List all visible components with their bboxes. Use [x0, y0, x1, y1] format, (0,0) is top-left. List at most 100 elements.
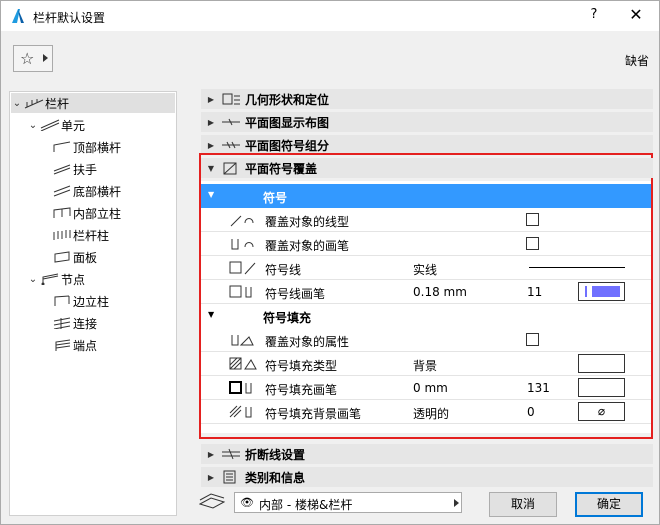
override-pen-checkbox[interactable] — [526, 237, 539, 250]
tree-item-end-post[interactable]: 边立柱 — [51, 291, 109, 311]
transparent-icon: ⌀ — [597, 404, 606, 418]
settings-tree: ⌄ 栏杆 ⌄ 单元 顶部横杆 扶手 底部横杆 内部立柱 栏杆柱 面板 ⌄ 节点 … — [9, 91, 177, 516]
stair-railing-icon — [199, 493, 225, 509]
section-break-line[interactable]: ▶ 折断线设置 — [201, 444, 653, 464]
tree-item-label: 内部立柱 — [73, 206, 122, 221]
row-fill-type[interactable]: 符号填充类型 背景 — [201, 352, 651, 376]
tree-item-label: 边立柱 — [73, 294, 110, 309]
override-attributes-icon — [229, 333, 263, 347]
tree-item-bottom-rail[interactable]: 底部横杆 — [51, 181, 121, 201]
dialog-window: 栏杆默认设置 ? ✕ ☆ 缺省 ⌄ 栏杆 ⌄ 单元 顶部横杆 扶手 底部横杆 内… — [0, 0, 660, 525]
row-label: 覆盖对象的画笔 — [265, 239, 350, 253]
row-override-pen[interactable]: 覆盖对象的画笔 — [201, 232, 651, 256]
section-title: 类别和信息 — [245, 470, 306, 485]
tree-item-label: 栏杆柱 — [73, 228, 110, 243]
expand-down-icon: ▼ — [207, 163, 215, 173]
expand-icon[interactable]: ⌄ — [27, 120, 39, 131]
close-button[interactable]: ✕ — [626, 5, 646, 24]
tree-item-handrail[interactable]: 扶手 — [51, 159, 97, 179]
symbol-override-icon — [221, 161, 245, 175]
section-title: 折断线设置 — [245, 447, 306, 462]
tree-item-top-rail[interactable]: 顶部横杆 — [51, 137, 121, 157]
row-symbol-line[interactable]: 符号线 实线 — [201, 256, 651, 280]
tree-item-baluster[interactable]: 栏杆柱 — [51, 225, 109, 245]
row-label: 符号填充背景画笔 — [265, 407, 362, 421]
section-floor-plan-symbol[interactable]: ▶ 平面图符号组分 — [201, 135, 653, 155]
symbol-group-header[interactable]: ▼ 符号 — [201, 184, 651, 208]
tree-item-railing[interactable]: ⌄ 栏杆 — [11, 93, 175, 113]
section-title: 几何形状和定位 — [245, 92, 330, 107]
row-fill-background-pen[interactable]: 符号填充背景画笔 透明的 0 ⌀ — [201, 400, 651, 424]
pen-number[interactable]: 131 — [527, 381, 550, 395]
row-label: 符号填充类型 — [265, 359, 338, 373]
tree-item-inner-post[interactable]: 内部立柱 — [51, 203, 121, 223]
expand-right-icon: ▶ — [207, 94, 215, 104]
override-attributes-checkbox[interactable] — [526, 333, 539, 346]
favorites-button[interactable]: ☆ — [13, 45, 53, 72]
cancel-button[interactable]: 取消 — [489, 492, 557, 517]
tree-item-panel[interactable]: 面板 — [51, 247, 97, 267]
row-label: 符号线画笔 — [265, 287, 326, 301]
override-linetype-checkbox[interactable] — [526, 213, 539, 226]
baluster-icon — [51, 228, 73, 242]
expand-right-icon: ▶ — [207, 472, 215, 482]
row-value[interactable]: 实线 — [413, 261, 437, 278]
node-icon — [39, 272, 61, 286]
expand-down-icon: ▼ — [208, 190, 215, 199]
pen-color-swatch[interactable] — [578, 282, 625, 301]
ok-button[interactable]: 确定 — [575, 492, 643, 517]
symbol-line-pen-icon — [229, 285, 263, 299]
view-select[interactable]: 👁 内部 - 楼梯&栏杆 — [234, 492, 462, 513]
symbol-line-icon — [229, 261, 263, 275]
section-category[interactable]: ▶ 类别和信息 — [201, 467, 653, 487]
tree-item-label: 扶手 — [73, 162, 98, 177]
pen-number[interactable]: 0 — [527, 405, 535, 419]
category-icon — [221, 470, 245, 484]
row-value: 0.18 mm — [413, 285, 467, 299]
tree-item-label: 底部横杆 — [73, 184, 122, 199]
connection-icon — [51, 316, 73, 330]
fill-type-swatch[interactable] — [578, 354, 625, 373]
row-override-attributes[interactable]: 覆盖对象的属性 — [201, 328, 651, 352]
end-post-icon — [51, 294, 73, 308]
window-title: 栏杆默认设置 — [33, 11, 106, 25]
help-button[interactable]: ? — [584, 7, 604, 22]
tree-item-label: 端点 — [73, 338, 98, 353]
archicad-app-icon — [12, 9, 24, 23]
panel-icon — [51, 250, 73, 264]
inner-post-icon — [51, 206, 73, 220]
geometry-icon — [221, 92, 245, 106]
tree-item-connection[interactable]: 连接 — [51, 313, 97, 333]
view-select-label: 内部 - 楼梯&栏杆 — [259, 498, 353, 512]
row-label: 符号线 — [265, 263, 302, 277]
row-symbol-line-pen[interactable]: 符号线画笔 0.18 mm 11 — [201, 280, 651, 304]
fill-background-pen-swatch[interactable]: ⌀ — [578, 402, 625, 421]
tree-item-node[interactable]: ⌄ 节点 — [27, 269, 85, 289]
expand-icon[interactable]: ⌄ — [27, 274, 39, 285]
tree-item-segment[interactable]: ⌄ 单元 — [27, 115, 85, 135]
row-value[interactable]: 背景 — [413, 357, 437, 374]
row-override-linetype[interactable]: 覆盖对象的线型 — [201, 208, 651, 232]
expand-icon[interactable]: ⌄ — [11, 98, 23, 109]
tree-item-endpoint[interactable]: 端点 — [51, 335, 97, 355]
top-rail-icon — [51, 140, 73, 154]
row-label: 符号填充画笔 — [265, 383, 338, 397]
plan-display-icon — [221, 115, 245, 129]
section-symbol-override[interactable]: ▼ 平面符号覆盖 — [201, 158, 653, 178]
fill-pen-icon — [229, 381, 263, 395]
tree-item-label: 连接 — [73, 316, 98, 331]
expand-down-icon: ▼ — [208, 310, 215, 319]
tree-item-label: 面板 — [73, 250, 98, 265]
eye-icon: 👁 — [240, 496, 254, 509]
section-title: 平面符号覆盖 — [245, 161, 318, 176]
tree-item-label: 单元 — [61, 118, 86, 133]
section-geometry[interactable]: ▶ 几何形状和定位 — [201, 89, 653, 109]
tree-item-label: 顶部横杆 — [73, 140, 122, 155]
fill-group-header[interactable]: ▼ 符号填充 — [201, 304, 651, 328]
row-fill-pen[interactable]: 符号填充画笔 0 mm 131 — [201, 376, 651, 400]
break-line-icon — [221, 447, 245, 461]
pen-number[interactable]: 11 — [527, 285, 542, 299]
section-floor-plan-display[interactable]: ▶ 平面图显示布图 — [201, 112, 653, 132]
fill-pen-swatch[interactable] — [578, 378, 625, 397]
bottom-rail-icon — [51, 184, 73, 198]
